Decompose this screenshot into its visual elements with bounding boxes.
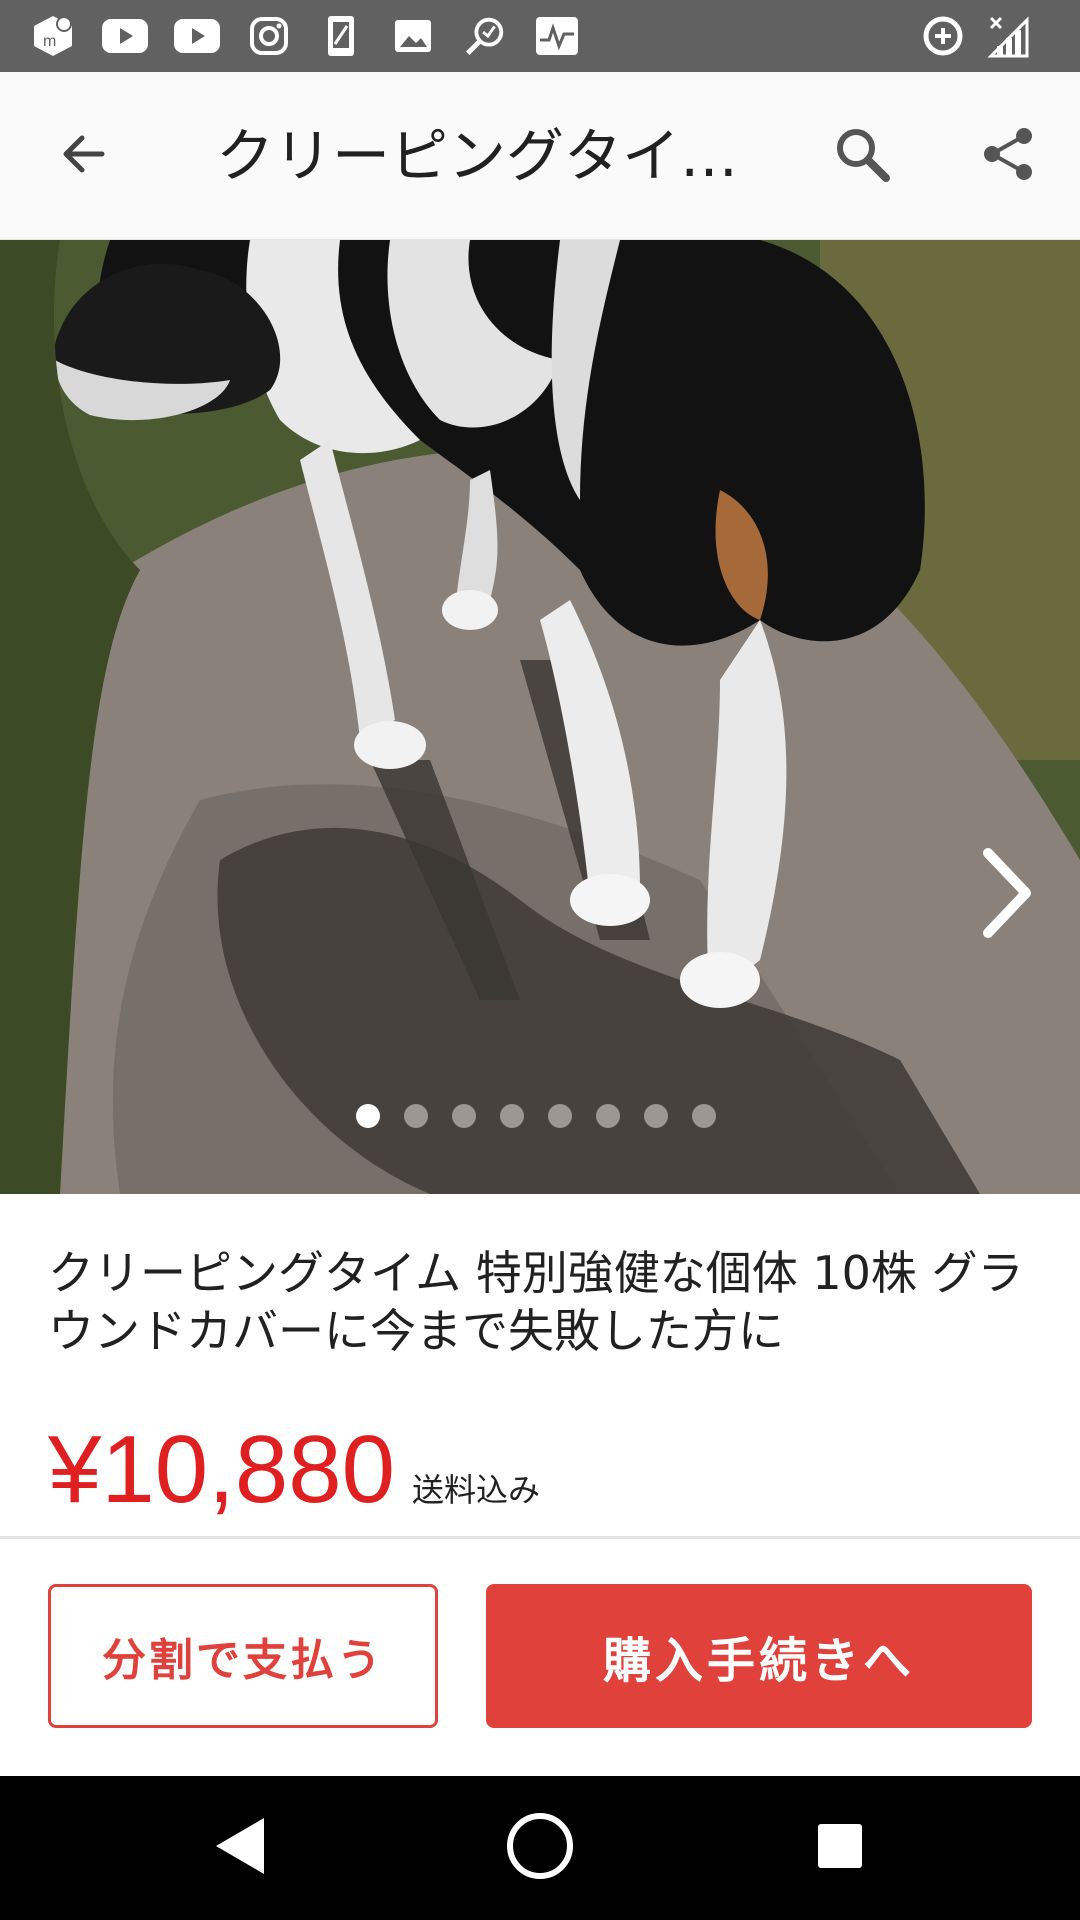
product-title: クリーピングタイム 特別強健な個体 10株 グラウンドカバーに今まで失敗した方に [48, 1246, 1024, 1358]
phone-icon [318, 14, 364, 58]
image-pager-dots [356, 1104, 716, 1128]
pager-dot[interactable] [692, 1104, 716, 1128]
search-button[interactable] [822, 116, 902, 196]
product-image-gallery[interactable] [0, 240, 1080, 1194]
magnifier-icon [462, 14, 508, 58]
image-icon [390, 14, 436, 58]
nav-recents-button[interactable] [790, 1798, 890, 1898]
nav-home-button[interactable] [490, 1798, 590, 1898]
share-icon [980, 126, 1036, 186]
recents-square-icon [816, 1822, 864, 1874]
data-saver-icon [920, 14, 966, 58]
next-image-button[interactable] [966, 840, 1046, 950]
instagram-icon [246, 14, 292, 58]
installment-payment-button[interactable]: 分割で支払う [48, 1584, 438, 1728]
product-photo [0, 240, 1080, 1194]
pager-dot[interactable] [548, 1104, 572, 1128]
product-price: ¥10,880 [48, 1416, 396, 1523]
mercari-icon: m [30, 14, 76, 58]
app-bar: クリーピングタイ… [0, 72, 1080, 240]
page-title: クリーピングタイ… [216, 122, 739, 190]
activity-icon [534, 14, 580, 58]
divider [0, 1536, 1080, 1539]
status-bar: m [0, 0, 1080, 72]
pager-dot[interactable] [500, 1104, 524, 1128]
purchase-button[interactable]: 購入手続きへ [486, 1584, 1032, 1728]
home-circle-icon [504, 1810, 576, 1886]
back-triangle-icon [210, 1814, 270, 1882]
search-icon [832, 124, 892, 188]
pager-dot[interactable] [452, 1104, 476, 1128]
youtube-icon [174, 14, 220, 58]
chevron-right-icon [976, 847, 1036, 943]
arrow-back-icon [56, 126, 112, 186]
nav-back-button[interactable] [190, 1798, 290, 1898]
pager-dot[interactable] [644, 1104, 668, 1128]
share-button[interactable] [968, 116, 1048, 196]
svg-text:m: m [43, 33, 56, 50]
pager-dot[interactable] [404, 1104, 428, 1128]
signal-icon [986, 14, 1032, 58]
back-button[interactable] [44, 116, 124, 196]
youtube-icon [102, 14, 148, 58]
pager-dot[interactable] [356, 1104, 380, 1128]
pager-dot[interactable] [596, 1104, 620, 1128]
system-nav-bar [0, 1776, 1080, 1920]
shipping-note: 送料込み [412, 1471, 541, 1509]
